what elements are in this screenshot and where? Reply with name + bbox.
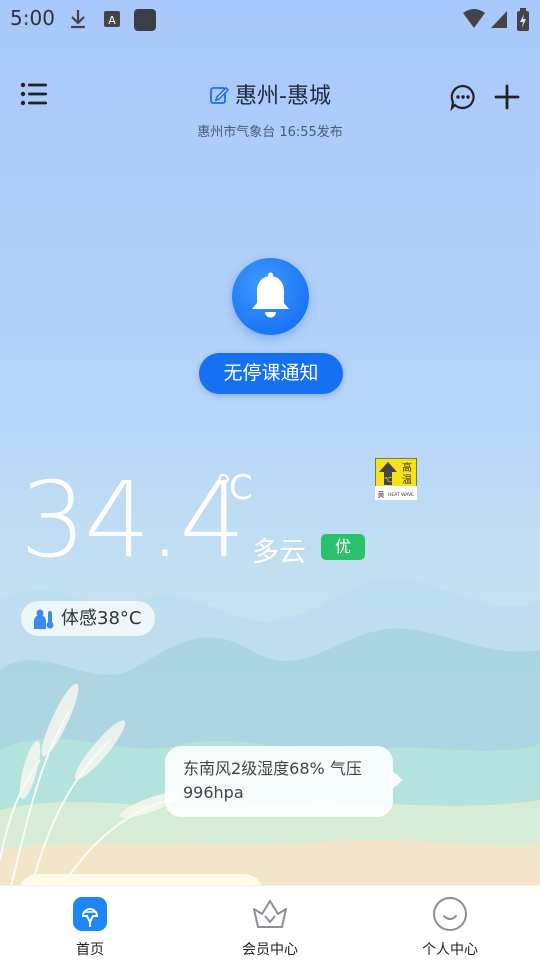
notification-bell-button[interactable] [232,258,309,335]
status-time: 5:00 [10,6,55,30]
status-bar: 5:00 A [0,0,540,38]
bubble-tail [391,770,403,790]
weather-condition: 多云 [252,537,306,568]
aqi-badge[interactable]: 优 [321,534,365,560]
weather-details-bubble: 东南风2级湿度68% 气压996hpa [165,746,393,817]
battery-charging-icon [517,8,529,31]
warning-char-1: 高 [402,461,412,474]
warning-char-2: 温 [402,474,412,486]
warning-level: 黄 [378,490,385,499]
nav-membership[interactable]: 会员中心 [180,886,360,961]
current-temperature: 34.4 [20,459,246,581]
wifi-icon [463,9,485,28]
nav-profile[interactable]: 个人中心 [360,886,540,961]
nav-membership-label: 会员中心 [242,942,298,958]
update-info: 惠州市气象台 16:55发布 [197,125,343,140]
crown-icon [253,900,287,928]
download-icon [71,10,85,29]
heat-wave-warning-icon[interactable]: ℃ 高 温 黄 HEAT WAVE [375,458,417,500]
svg-text:℃: ℃ [384,476,392,484]
keyboard-a-icon: A [104,11,120,27]
nav-profile-label: 个人中心 [422,942,478,958]
bottom-navigation: 首页 会员中心 个人中心 [0,885,540,961]
smile-icon [433,897,467,931]
bell-icon [252,272,289,318]
add-city-icon[interactable] [493,83,521,111]
home-icon [73,897,107,931]
temperature-unit: ℃ [215,468,254,508]
message-icon[interactable] [449,83,477,111]
city-title: 惠州-惠城 [235,84,331,109]
class-suspension-notice-button[interactable]: 无停课通知 [199,353,343,394]
signal-icon [491,11,507,28]
nav-home-label: 首页 [76,942,104,958]
person-thermometer-icon [34,609,54,629]
nav-home[interactable]: 首页 [0,886,180,961]
warning-text: HEAT WAVE [388,492,414,498]
feels-like-text: 体感38°C [61,608,142,629]
app-square-icon [134,9,156,31]
svg-text:A: A [108,14,116,27]
feels-like-pill: 体感38°C [21,601,156,636]
edit-icon [210,86,230,104]
header: 惠州-惠城 惠州市气象台 16:55发布 [0,68,540,140]
